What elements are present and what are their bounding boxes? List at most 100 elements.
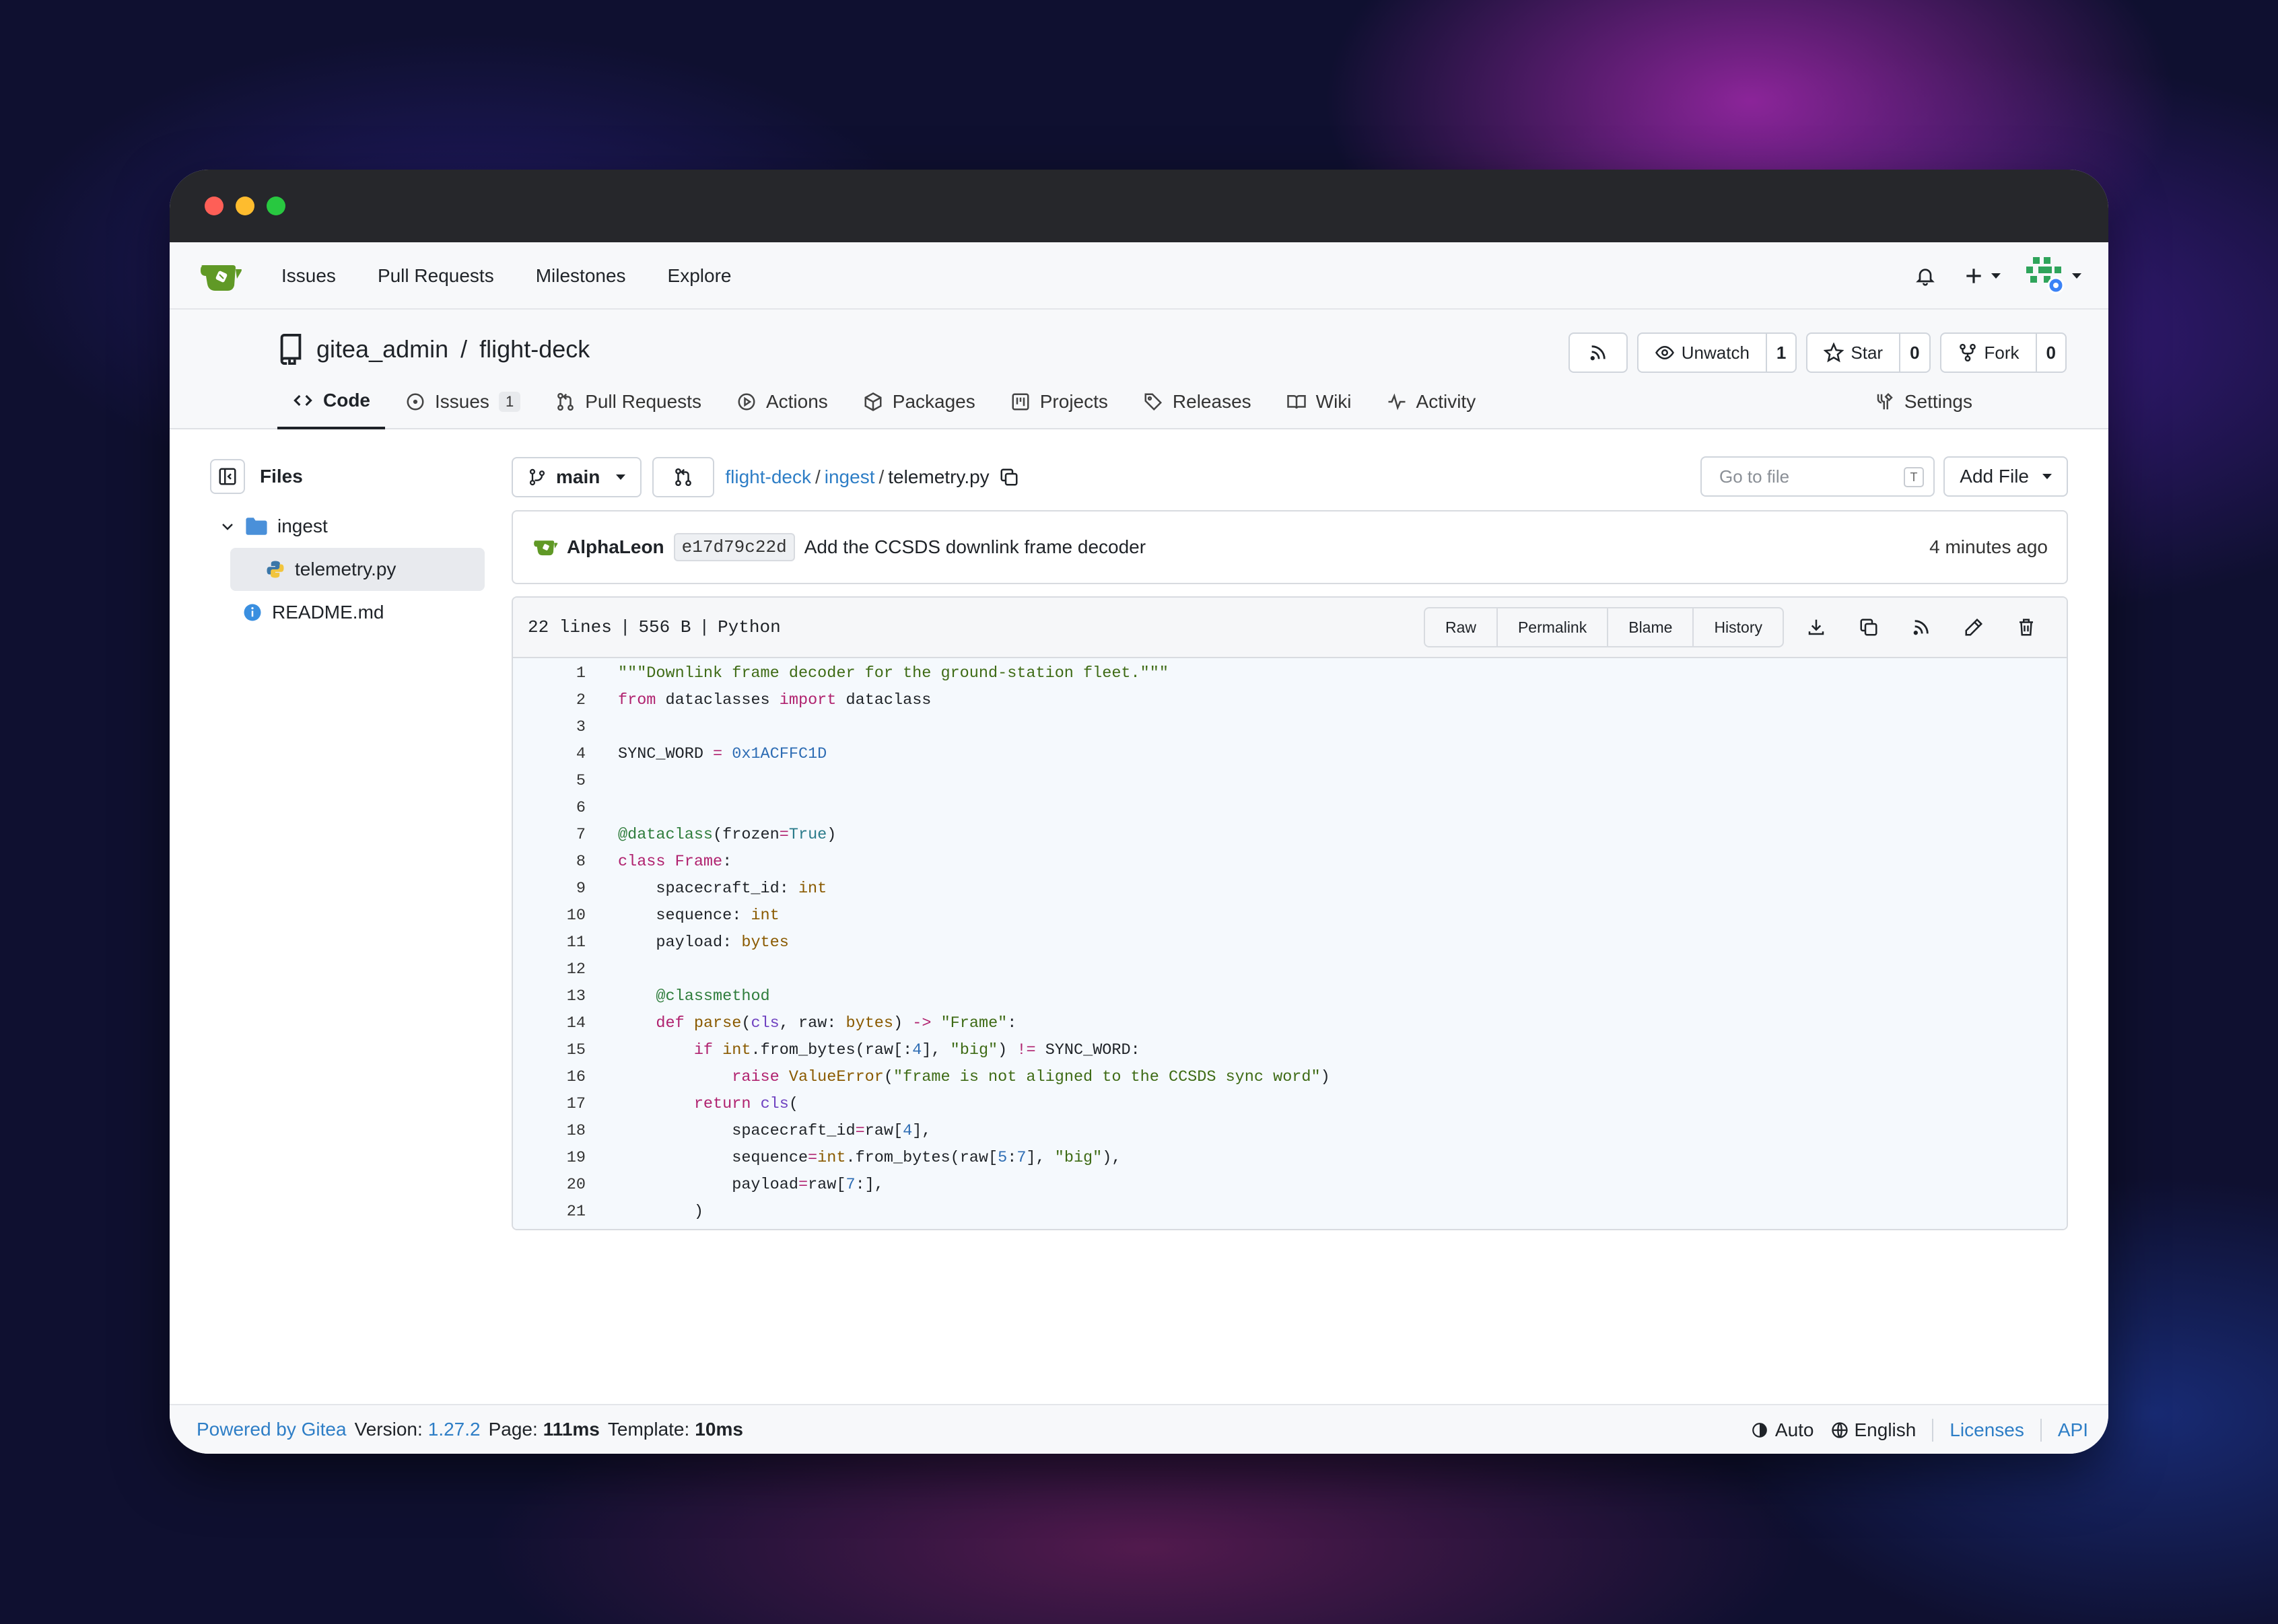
window-titlebar — [170, 170, 2108, 242]
tools-icon — [1877, 392, 1893, 410]
gitea-logo-icon[interactable] — [199, 260, 244, 293]
branch-selector[interactable]: main — [512, 457, 642, 497]
fork-button-group: Fork 0 — [1939, 332, 2067, 373]
tab-code[interactable]: Code — [277, 380, 385, 429]
maximize-window-button[interactable] — [267, 197, 285, 215]
tab-actions[interactable]: Actions — [722, 380, 843, 424]
forks-count[interactable]: 0 — [2037, 334, 2065, 372]
chevron-down-icon — [1991, 273, 2001, 279]
history-button[interactable]: History — [1694, 608, 1783, 646]
theme-selector[interactable]: Auto — [1751, 1419, 1814, 1441]
unwatch-label: Unwatch — [1681, 342, 1750, 363]
breadcrumb-repo[interactable]: flight-deck — [725, 466, 811, 488]
permalink-button[interactable]: Permalink — [1498, 608, 1609, 646]
tree-folder-ingest[interactable]: ingest — [210, 505, 485, 548]
create-new-menu[interactable] — [1963, 265, 2001, 287]
file-tree-panel: Files ingest telemetry.py README.md — [210, 456, 485, 634]
tree-file-telemetry[interactable]: telemetry.py — [230, 548, 485, 591]
code-text: from dataclasses import dataclass — [618, 691, 932, 709]
user-menu[interactable] — [2025, 256, 2081, 296]
watchers-count[interactable]: 1 — [1767, 334, 1795, 372]
template-time-label: Template: — [607, 1419, 690, 1440]
toggle-file-tree-button[interactable] — [210, 459, 245, 494]
repo-content: Files ingest telemetry.py README.md main… — [170, 429, 2108, 1399]
tab-settings[interactable]: Settings — [1860, 380, 1987, 424]
add-file-button[interactable]: Add File — [1943, 456, 2068, 497]
watch-button-group: Unwatch 1 — [1636, 332, 1797, 373]
api-link[interactable]: API — [2058, 1419, 2088, 1441]
code-text: if int.from_bytes(raw[:4], "big") != SYN… — [693, 1040, 1140, 1059]
version-link[interactable]: 1.27.2 — [428, 1419, 481, 1440]
tab-projects[interactable]: Projects — [996, 380, 1123, 424]
file-toolbar: main flight-deck / ingest / telemetry.py… — [512, 456, 2068, 498]
code-text: def parse(cls, raw: bytes) -> "Frame": — [656, 1014, 1017, 1032]
shortcut-key: T — [1904, 467, 1924, 487]
pull-request-icon — [675, 468, 692, 487]
notification-bell-icon[interactable] — [1912, 262, 1939, 289]
repo-owner-link[interactable]: gitea_admin — [316, 335, 448, 363]
nav-explore[interactable]: Explore — [668, 265, 732, 287]
repo-name-link[interactable]: flight-deck — [479, 335, 590, 363]
tab-issues[interactable]: Issues 1 — [390, 380, 535, 424]
file-header: 22 lines | 556 B | Python Raw Permalink … — [513, 598, 2067, 658]
code-line: 14 def parse(cls, raw: bytes) -> "Frame"… — [566, 1014, 1017, 1032]
nav-issues[interactable]: Issues — [281, 265, 336, 287]
unwatch-button[interactable]: Unwatch — [1638, 334, 1767, 372]
powered-by-link[interactable]: Powered by Gitea — [197, 1419, 347, 1440]
tree-file-readme[interactable]: README.md — [210, 591, 485, 634]
go-to-file-input[interactable]: Go to file T — [1700, 456, 1935, 497]
tab-pull-requests[interactable]: Pull Requests — [541, 380, 716, 424]
rss-feed-button[interactable] — [1568, 332, 1628, 373]
fork-button[interactable]: Fork — [1941, 334, 2037, 372]
code-line: 15 if int.from_bytes(raw[:4], "big") != … — [566, 1040, 1140, 1059]
nav-milestones[interactable]: Milestones — [536, 265, 626, 287]
theme-half-circle-icon — [1752, 1423, 1767, 1438]
tab-wiki[interactable]: Wiki — [1272, 380, 1367, 424]
file-content-box: 22 lines | 556 B | Python Raw Permalink … — [512, 596, 2068, 1230]
copy-path-icon[interactable] — [999, 467, 1019, 487]
code-line: 3 — [576, 717, 586, 736]
code-text: sequence: int — [618, 906, 780, 925]
code-text: payload: bytes — [618, 933, 789, 952]
chevron-down-icon — [2072, 273, 2081, 279]
copy-content-icon[interactable] — [1855, 614, 1882, 641]
tab-releases-label: Releases — [1172, 391, 1251, 412]
close-window-button[interactable] — [205, 197, 223, 215]
breadcrumb-folder[interactable]: ingest — [825, 466, 875, 488]
licenses-link[interactable]: Licenses — [1949, 1419, 2024, 1441]
add-file-label: Add File — [1960, 466, 2029, 487]
tab-releases[interactable]: Releases — [1128, 380, 1266, 424]
tab-packages[interactable]: Packages — [848, 380, 990, 424]
compare-button[interactable] — [652, 457, 715, 497]
code-view: 1 """Downlink frame decoder for the groun… — [513, 658, 2067, 1229]
download-icon[interactable] — [1803, 614, 1830, 641]
package-icon — [864, 392, 882, 411]
language-label: English — [1854, 1419, 1917, 1440]
tab-packages-label: Packages — [892, 391, 975, 412]
code-text: return cls( — [693, 1094, 798, 1113]
code-text: payload=raw[7:], — [618, 1175, 884, 1194]
star-button[interactable]: Star — [1807, 334, 1901, 372]
breadcrumb-file: telemetry.py — [888, 466, 990, 487]
code-line: 16 raise ValueError("frame is not aligne… — [566, 1067, 1330, 1086]
edit-pencil-icon[interactable] — [1960, 614, 1987, 641]
code-line: 21 ) — [566, 1202, 703, 1221]
raw-button[interactable]: Raw — [1425, 608, 1498, 646]
language-selector[interactable]: English — [1830, 1419, 1917, 1441]
tree-folder-label: ingest — [277, 516, 328, 536]
commit-message[interactable]: Add the CCSDS downlink frame decoder — [804, 536, 1146, 558]
trash-icon[interactable] — [2013, 614, 2040, 641]
blame-button[interactable]: Blame — [1608, 608, 1694, 646]
tab-issues-label: Issues — [435, 391, 489, 412]
breadcrumb-separator: / — [878, 466, 885, 487]
globe-icon — [1831, 1422, 1848, 1438]
nav-pull-requests[interactable]: Pull Requests — [378, 265, 494, 287]
commit-sha[interactable]: e17d79c22d — [673, 533, 795, 561]
tab-activity[interactable]: Activity — [1372, 380, 1491, 424]
stars-count[interactable]: 0 — [1900, 334, 1929, 372]
code-text: @classmethod — [656, 987, 770, 1005]
commit-author[interactable]: AlphaLeon — [567, 536, 664, 558]
minimize-window-button[interactable] — [236, 197, 254, 215]
rss-icon[interactable] — [1908, 614, 1935, 641]
code-text: SYNC_WORD = 0x1ACFFC1D — [618, 744, 827, 763]
